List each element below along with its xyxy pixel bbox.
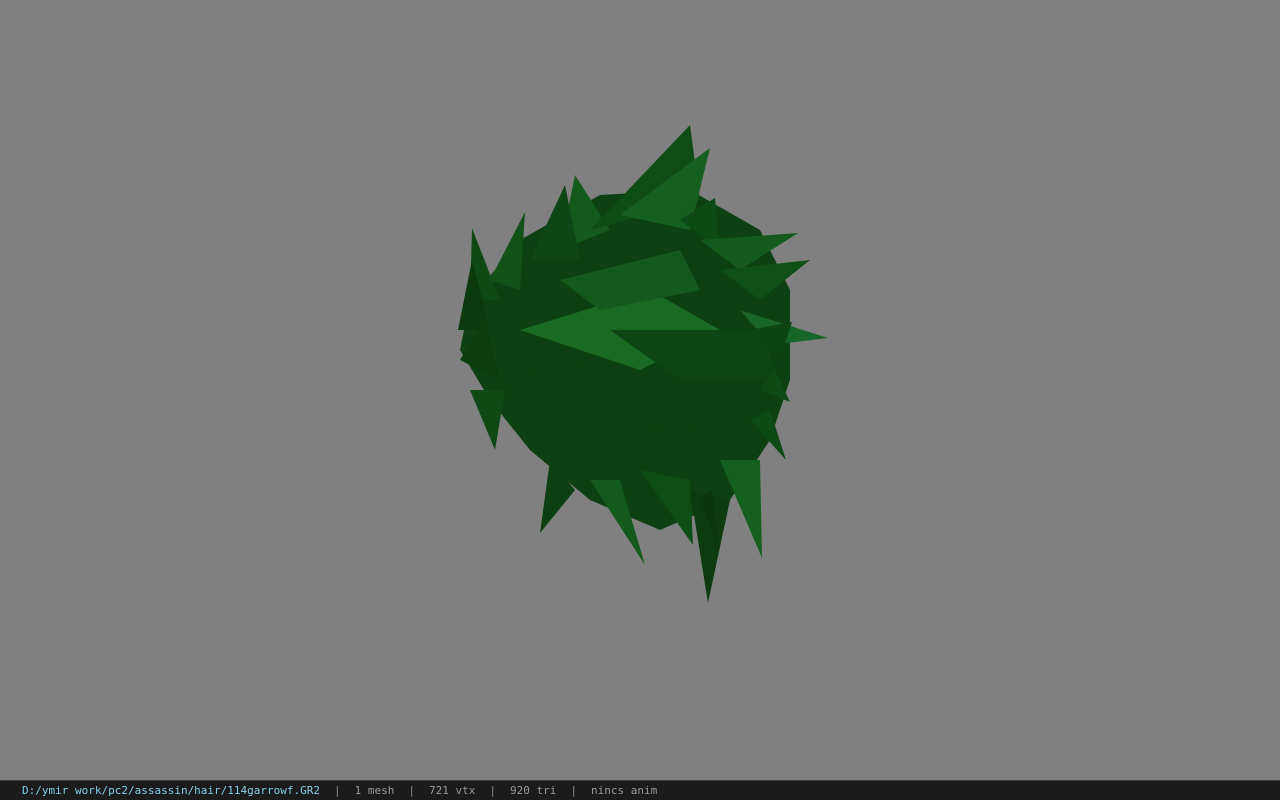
mesh-count: 1 mesh	[354, 784, 395, 797]
separator: |	[334, 784, 341, 797]
hair-spikes	[458, 125, 828, 603]
file-path: D:/ymir work/pc2/assassin/hair/114garrow…	[22, 784, 321, 797]
triangle-count: 920 tri	[510, 784, 557, 797]
hair-mesh-model[interactable]	[0, 0, 1280, 780]
separator: |	[408, 784, 416, 797]
3d-viewport[interactable]	[0, 0, 1280, 780]
vertex-count: 721 vtx	[429, 784, 476, 797]
separator: |	[570, 784, 577, 797]
animation-status: nincs anim	[590, 784, 658, 797]
status-bar: D:/ymir work/pc2/assassin/hair/114garrow…	[0, 780, 1280, 800]
separator: |	[489, 784, 496, 797]
